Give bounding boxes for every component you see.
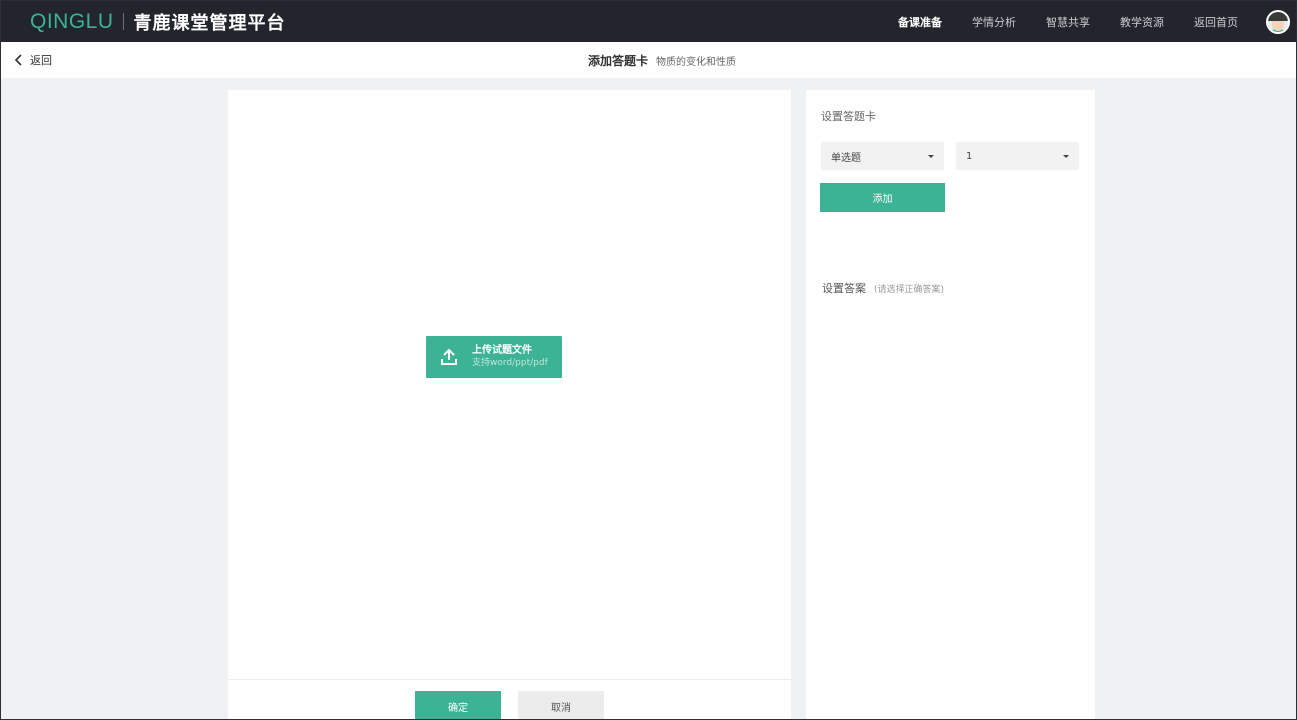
question-type-select[interactable]: 单选题 [821,142,944,170]
add-question-button[interactable]: 添加 [820,183,945,212]
caret-down-icon [1063,154,1069,158]
top-nav-bar: QINGLU 青鹿课堂管理平台 备课准备 学情分析 智慧共享 教学资源 返回首页 [1,1,1296,42]
nav-item-teaching-resources[interactable]: 教学资源 [1120,14,1164,30]
main-nav: 备课准备 学情分析 智慧共享 教学资源 返回首页 [898,1,1296,42]
question-type-value: 单选题 [831,152,861,164]
confirm-button[interactable]: 确定 [415,691,501,719]
caret-down-icon [928,154,934,158]
page-header: 返回 添加答题卡 物质的变化和性质 [1,42,1296,78]
upload-file-button[interactable]: 上传试题文件 支持word/ppt/pdf [426,336,562,378]
footer-divider [228,679,791,680]
answer-card-panel: 设置答题卡 单选题 1 添加 设置答案 (请选择正确答案) [806,90,1095,719]
page-subtitle: 物质的变化和性质 [656,56,737,68]
nav-item-smart-share[interactable]: 智慧共享 [1046,14,1090,30]
answer-title: 设置答案 [822,282,866,295]
back-label: 返回 [30,54,52,67]
user-avatar-icon[interactable] [1266,9,1290,34]
page-title: 添加答题卡 [588,53,649,68]
upload-icon [441,348,457,365]
question-count-value: 1 [966,150,973,162]
cancel-button[interactable]: 取消 [518,691,604,719]
nav-item-learning-analysis[interactable]: 学情分析 [972,14,1016,30]
brand-chinese-name: 青鹿课堂管理平台 [133,12,286,34]
brand-divider [122,13,124,30]
back-button[interactable]: 返回 [12,42,52,78]
document-panel: 上传试题文件 支持word/ppt/pdf 确定 取消 [228,90,791,719]
answer-section-label: 设置答案 (请选择正确答案) [822,280,944,296]
nav-item-home[interactable]: 返回首页 [1194,14,1238,30]
upload-hint: 支持word/ppt/pdf [472,358,548,368]
brand-logo[interactable]: QINGLU 青鹿课堂管理平台 [30,9,286,35]
answer-card-title: 设置答题卡 [821,110,876,123]
page-title-group: 添加答题卡 物质的变化和性质 [588,42,736,78]
chevron-left-icon [14,54,22,66]
upload-title: 上传试题文件 [472,345,532,356]
nav-item-lesson-prep[interactable]: 备课准备 [898,14,942,30]
app-window: QINGLU 青鹿课堂管理平台 备课准备 学情分析 智慧共享 教学资源 返回首页… [0,0,1297,720]
brand-latin-name: QINGLU [30,9,114,33]
question-count-select[interactable]: 1 [956,142,1079,170]
answer-hint: (请选择正确答案) [874,285,945,295]
